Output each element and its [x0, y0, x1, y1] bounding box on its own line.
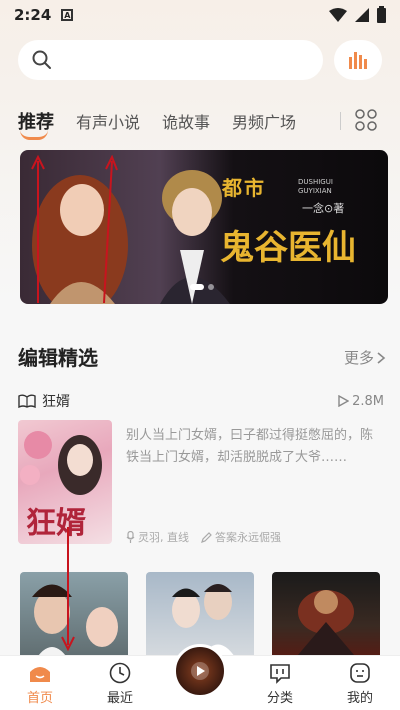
category-chat-icon	[270, 663, 290, 684]
signal-icon	[355, 8, 369, 22]
banner-title-block: 都市 DUSHIGUI GUYIXIAN 一念⊙著 鬼谷医仙	[220, 164, 380, 294]
nav-categories[interactable]: 分类	[240, 656, 320, 710]
book-thumbnail[interactable]	[272, 572, 380, 662]
nav-label: 我的	[346, 690, 373, 706]
nav-home[interactable]: 首页	[0, 656, 80, 710]
search-row	[18, 40, 382, 80]
tab-recommend[interactable]: 推荐	[18, 108, 54, 140]
ranking-bars-icon	[349, 52, 367, 69]
narrator-info: 灵羽, 直线	[126, 529, 189, 545]
annotation-arrow	[103, 155, 118, 304]
book-meta: 灵羽, 直线 答案永远倔强	[126, 529, 281, 545]
book-description: 别人当上门女婿，曰子都过得挺憋屈的，陈铁当上门女婿，却活脱脱成了大爷……	[126, 428, 374, 465]
nav-label: 分类	[266, 690, 293, 706]
profile-face-icon	[350, 662, 370, 683]
author-name: 答案永远倔强	[215, 531, 281, 544]
annotation-arrow	[31, 155, 45, 303]
pagination-dot	[208, 284, 214, 290]
clock-icon	[109, 662, 131, 683]
promo-banner[interactable]: 都市 DUSHIGUI GUYIXIAN 一念⊙著 鬼谷医仙	[20, 150, 388, 304]
section-title: 编辑精选	[18, 346, 98, 370]
tab-label: 男频广场	[232, 113, 297, 132]
banner-pinyin: DUSHIGUI GUYIXIAN	[298, 178, 333, 195]
annotation-arrow	[61, 527, 75, 652]
tab-audio-novel[interactable]: 有声小说	[76, 109, 140, 133]
home-icon	[30, 666, 50, 682]
tab-label: 诡故事	[162, 113, 211, 132]
banner-author: 一念⊙著	[302, 202, 345, 215]
pagination-dot-active	[190, 284, 204, 290]
status-time: 2:24	[14, 6, 52, 24]
nav-mine[interactable]: 我的	[320, 656, 400, 710]
book-name: 狂婿	[42, 394, 70, 410]
tab-spooky-stories[interactable]: 诡故事	[162, 109, 210, 133]
tab-male-channel[interactable]: 男频广场	[232, 109, 296, 133]
pen-icon	[201, 531, 212, 543]
book-open-icon	[18, 394, 36, 408]
nav-recent[interactable]: 最近	[80, 656, 160, 710]
all-categories-grid-icon[interactable]	[354, 108, 378, 132]
search-input[interactable]	[60, 52, 300, 68]
banner-pagination	[190, 284, 214, 290]
notification-icon: A	[61, 9, 74, 21]
nav-label: 首页	[26, 690, 53, 706]
nav-label: 最近	[106, 690, 133, 706]
play-count-value: 2.8M	[352, 393, 384, 409]
battery-icon	[377, 5, 386, 23]
banner-artwork	[32, 170, 230, 304]
wifi-icon	[329, 8, 347, 22]
tab-label: 有声小说	[76, 113, 141, 132]
banner-subtitle: 都市	[222, 176, 266, 200]
narrator-names: 灵羽, 直线	[138, 531, 189, 544]
more-link[interactable]: 更多	[344, 347, 388, 368]
microphone-icon	[126, 531, 135, 543]
author-info: 答案永远倔强	[201, 529, 281, 545]
play-icon	[191, 662, 209, 680]
thumbnail-artwork	[292, 590, 360, 662]
search-box[interactable]	[18, 40, 323, 80]
play-count: 2.8M	[338, 394, 384, 409]
category-tabs: 推荐 有声小说 诡故事 男频广场	[18, 104, 382, 140]
ranking-button[interactable]	[334, 40, 382, 80]
play-icon	[338, 395, 350, 407]
book-header[interactable]: 狂婿 2.8M	[18, 390, 384, 412]
more-label: 更多	[343, 349, 374, 367]
cover-title: 狂婿	[26, 506, 86, 541]
chevron-right-icon	[377, 351, 386, 364]
search-icon	[32, 50, 51, 69]
banner-title: 鬼谷医仙	[220, 228, 356, 268]
status-bar: 2:24 A	[0, 0, 400, 30]
tab-divider	[340, 112, 341, 130]
now-playing-button[interactable]	[173, 644, 227, 698]
